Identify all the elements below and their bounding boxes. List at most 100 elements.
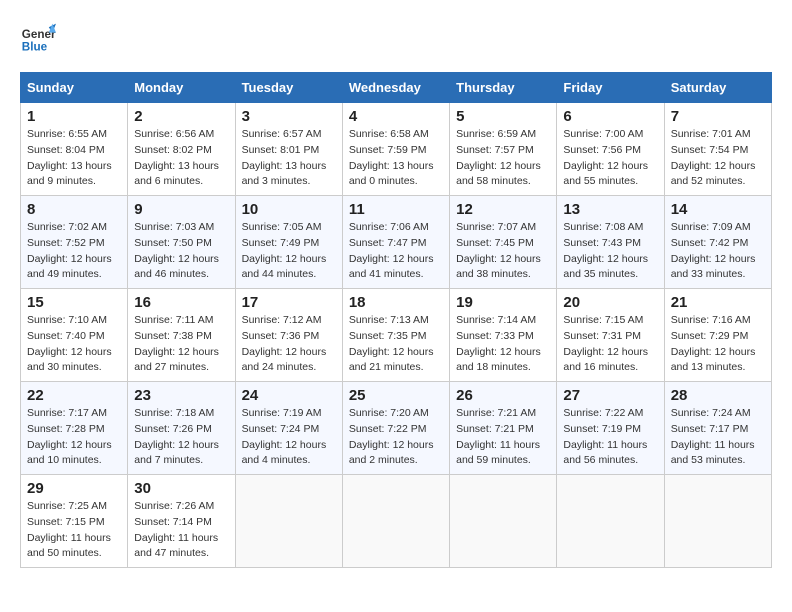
day-number: 5 <box>456 108 550 125</box>
calendar-cell: 11 Sunrise: 7:06 AM Sunset: 7:47 PM Dayl… <box>342 196 449 289</box>
calendar-cell: 25 Sunrise: 7:20 AM Sunset: 7:22 PM Dayl… <box>342 382 449 475</box>
day-info: Sunrise: 7:25 AM Sunset: 7:15 PM Dayligh… <box>27 499 121 562</box>
calendar-cell: 8 Sunrise: 7:02 AM Sunset: 7:52 PM Dayli… <box>21 196 128 289</box>
calendar-cell: 17 Sunrise: 7:12 AM Sunset: 7:36 PM Dayl… <box>235 289 342 382</box>
day-number: 13 <box>563 201 657 218</box>
day-info: Sunrise: 7:19 AM Sunset: 7:24 PM Dayligh… <box>242 406 336 469</box>
calendar-cell: 10 Sunrise: 7:05 AM Sunset: 7:49 PM Dayl… <box>235 196 342 289</box>
calendar-cell <box>664 475 771 568</box>
calendar-cell: 5 Sunrise: 6:59 AM Sunset: 7:57 PM Dayli… <box>450 103 557 196</box>
day-number: 26 <box>456 387 550 404</box>
calendar-week-1: 1 Sunrise: 6:55 AM Sunset: 8:04 PM Dayli… <box>21 103 772 196</box>
calendar-cell: 16 Sunrise: 7:11 AM Sunset: 7:38 PM Dayl… <box>128 289 235 382</box>
calendar-cell: 21 Sunrise: 7:16 AM Sunset: 7:29 PM Dayl… <box>664 289 771 382</box>
day-info: Sunrise: 7:08 AM Sunset: 7:43 PM Dayligh… <box>563 220 657 283</box>
day-number: 30 <box>134 480 228 497</box>
day-info: Sunrise: 7:22 AM Sunset: 7:19 PM Dayligh… <box>563 406 657 469</box>
day-info: Sunrise: 7:16 AM Sunset: 7:29 PM Dayligh… <box>671 313 765 376</box>
day-number: 29 <box>27 480 121 497</box>
day-info: Sunrise: 7:06 AM Sunset: 7:47 PM Dayligh… <box>349 220 443 283</box>
calendar-cell: 15 Sunrise: 7:10 AM Sunset: 7:40 PM Dayl… <box>21 289 128 382</box>
weekday-header-saturday: Saturday <box>664 73 771 103</box>
day-number: 11 <box>349 201 443 218</box>
day-number: 9 <box>134 201 228 218</box>
day-number: 10 <box>242 201 336 218</box>
day-number: 17 <box>242 294 336 311</box>
weekday-header-tuesday: Tuesday <box>235 73 342 103</box>
day-info: Sunrise: 7:20 AM Sunset: 7:22 PM Dayligh… <box>349 406 443 469</box>
calendar-cell: 3 Sunrise: 6:57 AM Sunset: 8:01 PM Dayli… <box>235 103 342 196</box>
weekday-header-thursday: Thursday <box>450 73 557 103</box>
calendar-cell: 19 Sunrise: 7:14 AM Sunset: 7:33 PM Dayl… <box>450 289 557 382</box>
day-info: Sunrise: 7:01 AM Sunset: 7:54 PM Dayligh… <box>671 127 765 190</box>
day-number: 7 <box>671 108 765 125</box>
day-info: Sunrise: 7:02 AM Sunset: 7:52 PM Dayligh… <box>27 220 121 283</box>
day-info: Sunrise: 7:10 AM Sunset: 7:40 PM Dayligh… <box>27 313 121 376</box>
day-number: 22 <box>27 387 121 404</box>
calendar-cell: 9 Sunrise: 7:03 AM Sunset: 7:50 PM Dayli… <box>128 196 235 289</box>
calendar-cell: 30 Sunrise: 7:26 AM Sunset: 7:14 PM Dayl… <box>128 475 235 568</box>
day-number: 4 <box>349 108 443 125</box>
calendar-cell: 29 Sunrise: 7:25 AM Sunset: 7:15 PM Dayl… <box>21 475 128 568</box>
calendar-cell: 2 Sunrise: 6:56 AM Sunset: 8:02 PM Dayli… <box>128 103 235 196</box>
calendar-cell: 6 Sunrise: 7:00 AM Sunset: 7:56 PM Dayli… <box>557 103 664 196</box>
svg-text:Blue: Blue <box>22 41 48 54</box>
calendar-cell: 7 Sunrise: 7:01 AM Sunset: 7:54 PM Dayli… <box>664 103 771 196</box>
calendar-cell: 18 Sunrise: 7:13 AM Sunset: 7:35 PM Dayl… <box>342 289 449 382</box>
calendar-week-2: 8 Sunrise: 7:02 AM Sunset: 7:52 PM Dayli… <box>21 196 772 289</box>
calendar-cell: 22 Sunrise: 7:17 AM Sunset: 7:28 PM Dayl… <box>21 382 128 475</box>
calendar-cell: 14 Sunrise: 7:09 AM Sunset: 7:42 PM Dayl… <box>664 196 771 289</box>
day-info: Sunrise: 7:18 AM Sunset: 7:26 PM Dayligh… <box>134 406 228 469</box>
calendar-cell: 23 Sunrise: 7:18 AM Sunset: 7:26 PM Dayl… <box>128 382 235 475</box>
day-number: 28 <box>671 387 765 404</box>
day-info: Sunrise: 6:58 AM Sunset: 7:59 PM Dayligh… <box>349 127 443 190</box>
day-number: 14 <box>671 201 765 218</box>
calendar-week-4: 22 Sunrise: 7:17 AM Sunset: 7:28 PM Dayl… <box>21 382 772 475</box>
calendar-cell <box>557 475 664 568</box>
day-number: 16 <box>134 294 228 311</box>
day-info: Sunrise: 7:07 AM Sunset: 7:45 PM Dayligh… <box>456 220 550 283</box>
day-number: 6 <box>563 108 657 125</box>
day-info: Sunrise: 6:55 AM Sunset: 8:04 PM Dayligh… <box>27 127 121 190</box>
calendar-cell: 13 Sunrise: 7:08 AM Sunset: 7:43 PM Dayl… <box>557 196 664 289</box>
calendar-week-5: 29 Sunrise: 7:25 AM Sunset: 7:15 PM Dayl… <box>21 475 772 568</box>
day-number: 24 <box>242 387 336 404</box>
calendar-cell: 12 Sunrise: 7:07 AM Sunset: 7:45 PM Dayl… <box>450 196 557 289</box>
page-header: General Blue <box>20 20 772 56</box>
calendar-cell <box>450 475 557 568</box>
day-info: Sunrise: 7:15 AM Sunset: 7:31 PM Dayligh… <box>563 313 657 376</box>
day-number: 2 <box>134 108 228 125</box>
day-info: Sunrise: 6:56 AM Sunset: 8:02 PM Dayligh… <box>134 127 228 190</box>
day-info: Sunrise: 7:12 AM Sunset: 7:36 PM Dayligh… <box>242 313 336 376</box>
day-info: Sunrise: 7:17 AM Sunset: 7:28 PM Dayligh… <box>27 406 121 469</box>
day-number: 8 <box>27 201 121 218</box>
weekday-header-sunday: Sunday <box>21 73 128 103</box>
calendar-table: SundayMondayTuesdayWednesdayThursdayFrid… <box>20 72 772 568</box>
day-number: 1 <box>27 108 121 125</box>
day-number: 23 <box>134 387 228 404</box>
weekday-header-wednesday: Wednesday <box>342 73 449 103</box>
day-info: Sunrise: 7:00 AM Sunset: 7:56 PM Dayligh… <box>563 127 657 190</box>
day-info: Sunrise: 7:09 AM Sunset: 7:42 PM Dayligh… <box>671 220 765 283</box>
calendar-cell: 26 Sunrise: 7:21 AM Sunset: 7:21 PM Dayl… <box>450 382 557 475</box>
day-info: Sunrise: 7:24 AM Sunset: 7:17 PM Dayligh… <box>671 406 765 469</box>
day-info: Sunrise: 6:57 AM Sunset: 8:01 PM Dayligh… <box>242 127 336 190</box>
calendar-cell: 4 Sunrise: 6:58 AM Sunset: 7:59 PM Dayli… <box>342 103 449 196</box>
day-info: Sunrise: 7:21 AM Sunset: 7:21 PM Dayligh… <box>456 406 550 469</box>
day-number: 3 <box>242 108 336 125</box>
weekday-header-friday: Friday <box>557 73 664 103</box>
calendar-week-3: 15 Sunrise: 7:10 AM Sunset: 7:40 PM Dayl… <box>21 289 772 382</box>
day-info: Sunrise: 7:05 AM Sunset: 7:49 PM Dayligh… <box>242 220 336 283</box>
logo-icon: General Blue <box>20 20 56 56</box>
day-number: 25 <box>349 387 443 404</box>
logo: General Blue <box>20 20 62 56</box>
day-number: 18 <box>349 294 443 311</box>
day-number: 21 <box>671 294 765 311</box>
calendar-cell: 1 Sunrise: 6:55 AM Sunset: 8:04 PM Dayli… <box>21 103 128 196</box>
calendar-cell <box>342 475 449 568</box>
weekday-header-monday: Monday <box>128 73 235 103</box>
calendar-cell: 24 Sunrise: 7:19 AM Sunset: 7:24 PM Dayl… <box>235 382 342 475</box>
day-number: 19 <box>456 294 550 311</box>
day-info: Sunrise: 7:03 AM Sunset: 7:50 PM Dayligh… <box>134 220 228 283</box>
day-info: Sunrise: 7:11 AM Sunset: 7:38 PM Dayligh… <box>134 313 228 376</box>
